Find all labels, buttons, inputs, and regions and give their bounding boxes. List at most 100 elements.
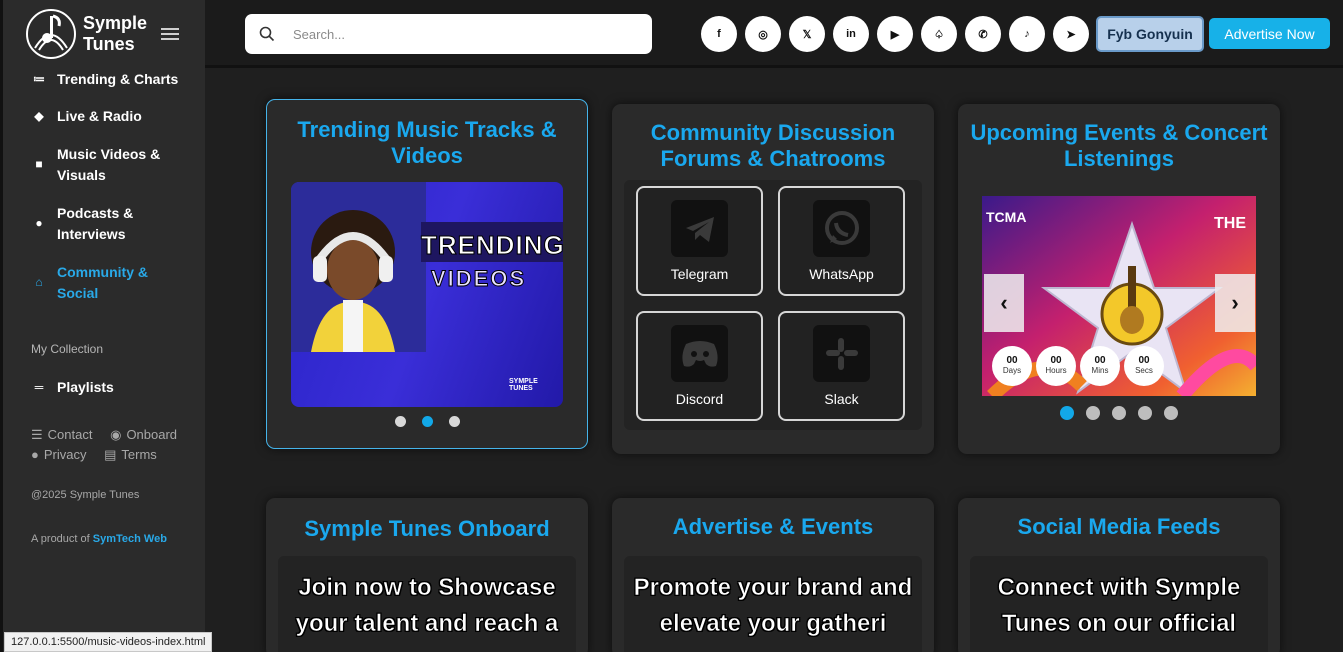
svg-text:TCMA: TCMA: [986, 209, 1026, 225]
slack-label: Slack: [824, 391, 859, 407]
carousel-dot[interactable]: [1164, 406, 1178, 420]
countdown-unit: Secs: [1135, 366, 1153, 375]
onboard-label: Onboard: [126, 427, 178, 442]
event-next-arrow-icon[interactable]: ›: [1215, 274, 1255, 332]
menu-icon: ═: [34, 379, 44, 394]
sidebar-item-community[interactable]: ⌂ Community & Social: [29, 262, 179, 304]
whatsapp-tile[interactable]: WhatsApp: [778, 186, 905, 296]
app-name-line2: Tunes: [83, 34, 135, 54]
facebook-icon[interactable]: f: [701, 16, 737, 52]
list-icon: ≔: [33, 71, 45, 86]
discord-icon: [671, 325, 728, 382]
my-collection-label: My Collection: [31, 342, 104, 356]
x-icon[interactable]: 𝕏: [789, 16, 825, 52]
product-credit: A product of SymTech Web: [31, 531, 181, 548]
sidebar-item-label: Live & Radio: [57, 108, 142, 124]
sidebar-item-podcasts[interactable]: ● Podcasts & Interviews: [29, 203, 179, 245]
trending-carousel-dots: [395, 416, 476, 427]
status-bar-url: 127.0.0.1:5500/music-videos-index.html: [4, 632, 213, 652]
instagram-icon[interactable]: ◎: [745, 16, 781, 52]
symtech-link[interactable]: SymTech Web: [93, 533, 167, 545]
menu-toggle-icon[interactable]: [161, 28, 179, 40]
onboard-card[interactable]: Symple Tunes Onboard Join now to Showcas…: [266, 498, 588, 652]
copyright: @2025 Symple Tunes: [31, 489, 140, 501]
trending-card[interactable]: Trending Music Tracks & Videos TRENDING …: [266, 99, 588, 449]
search-input[interactable]: [293, 26, 623, 42]
countdown-unit: Hours: [1045, 366, 1067, 375]
logo[interactable]: Symple Tunes: [25, 8, 147, 60]
terms-label: Terms: [121, 447, 157, 462]
countdown-secs: 00 Secs: [1124, 346, 1164, 386]
carousel-dot[interactable]: [1086, 406, 1100, 420]
terms-icon: ▤: [104, 447, 117, 462]
sidebar-item-label: Trending & Charts: [57, 71, 179, 87]
slack-icon: [813, 325, 870, 382]
social-text-line1: Connect with Symple: [997, 574, 1241, 602]
countdown-days: 00 Days: [992, 346, 1032, 386]
sidebar-item-music-videos[interactable]: ■ Music Videos & Visuals: [29, 144, 179, 186]
onboard-icon: ◉: [110, 427, 122, 442]
sidebar: Symple Tunes ≔ Trending & Charts ◆ Live …: [0, 0, 205, 652]
tiktok-icon[interactable]: ♪: [1009, 16, 1045, 52]
countdown-mins: 00 Mins: [1080, 346, 1120, 386]
onboard-link[interactable]: ◉ Onboard: [110, 425, 177, 445]
slack-tile[interactable]: Slack: [778, 311, 905, 421]
whatsapp-icon: [813, 200, 870, 257]
carousel-dot-active[interactable]: [1060, 406, 1074, 420]
countdown-hours: 00 Hours: [1036, 346, 1076, 386]
carousel-dot[interactable]: [1112, 406, 1126, 420]
advertise-text-line1: Promote your brand and: [633, 574, 913, 602]
whatsapp-icon[interactable]: ✆: [965, 16, 1001, 52]
community-card: Community Discussion Forums & Chatrooms …: [612, 104, 934, 454]
user-profile-button[interactable]: Fyb Gonyuin: [1096, 16, 1204, 52]
advertise-card[interactable]: Advertise & Events Promote your brand an…: [612, 498, 934, 652]
snapchat-icon[interactable]: ♤: [921, 16, 957, 52]
sidebar-item-label: Music Videos & Visuals: [57, 146, 161, 183]
footer-links: ☰ Contact ◉ Onboard ● Privacy ▤ Terms: [31, 425, 201, 465]
sidebar-item-live[interactable]: ◆ Live & Radio: [29, 106, 142, 127]
onboard-text-line1: Join now to Showcase: [298, 574, 556, 602]
banner-text-videos: VIDEOS: [430, 266, 527, 292]
search-bar[interactable]: [245, 14, 652, 54]
trending-card-title: Trending Music Tracks & Videos: [297, 117, 557, 168]
privacy-icon: ●: [31, 447, 39, 462]
whatsapp-label: WhatsApp: [809, 266, 874, 282]
contact-link[interactable]: ☰ Contact: [31, 425, 92, 445]
trending-video-banner[interactable]: TRENDING VIDEOS SYMPLE TUNES: [291, 182, 563, 407]
linkedin-icon[interactable]: in: [833, 16, 869, 52]
event-poster[interactable]: TCMA THE ‹ › 00 Days 00 Hours 00 Mins 00…: [982, 196, 1256, 396]
community-card-title: Community Discussion Forums & Chatrooms: [650, 120, 896, 171]
countdown-unit: Days: [1002, 366, 1022, 375]
event-prev-arrow-icon[interactable]: ‹: [984, 274, 1024, 332]
privacy-link[interactable]: ● Privacy: [31, 445, 86, 465]
sidebar-item-playlists[interactable]: ═ Playlists: [29, 377, 114, 398]
sidebar-item-label: Community & Social: [57, 264, 148, 301]
search-icon: [259, 26, 275, 42]
carousel-dot[interactable]: [395, 416, 406, 427]
carousel-dot[interactable]: [1138, 406, 1152, 420]
banner-text-trending: TRENDING: [421, 230, 563, 261]
social-feeds-card-title: Social Media Feeds: [1017, 514, 1221, 539]
svg-text:THE: THE: [1214, 215, 1246, 232]
terms-link[interactable]: ▤ Terms: [104, 445, 157, 465]
discord-tile[interactable]: Discord: [636, 311, 763, 421]
carousel-dot-active[interactable]: [422, 416, 433, 427]
sidebar-item-trending[interactable]: ≔ Trending & Charts: [29, 69, 178, 90]
disc-icon: ●: [35, 215, 43, 230]
countdown-value: 00: [1006, 355, 1018, 366]
countdown-value: 00: [1050, 355, 1062, 366]
telegram-icon[interactable]: ➤: [1053, 16, 1089, 52]
social-links: f ◎ 𝕏 in ▶ ♤ ✆ ♪ ➤: [701, 16, 1097, 52]
sidebar-item-label: Playlists: [57, 379, 114, 395]
onboard-card-title: Symple Tunes Onboard: [304, 516, 550, 541]
youtube-icon[interactable]: ▶: [877, 16, 913, 52]
privacy-label: Privacy: [43, 447, 87, 462]
advertise-now-button[interactable]: Advertise Now: [1209, 18, 1330, 49]
social-text-line2: Tunes on our official: [1001, 610, 1237, 638]
advertise-card-title: Advertise & Events: [672, 514, 874, 539]
social-feeds-card[interactable]: Social Media Feeds Connect with Symple T…: [958, 498, 1280, 652]
events-card-title: Upcoming Events & Concert Listenings: [970, 120, 1268, 171]
telegram-tile[interactable]: Telegram: [636, 186, 763, 296]
sidebar-item-label: Podcasts & Interviews: [57, 205, 134, 242]
carousel-dot[interactable]: [449, 416, 460, 427]
